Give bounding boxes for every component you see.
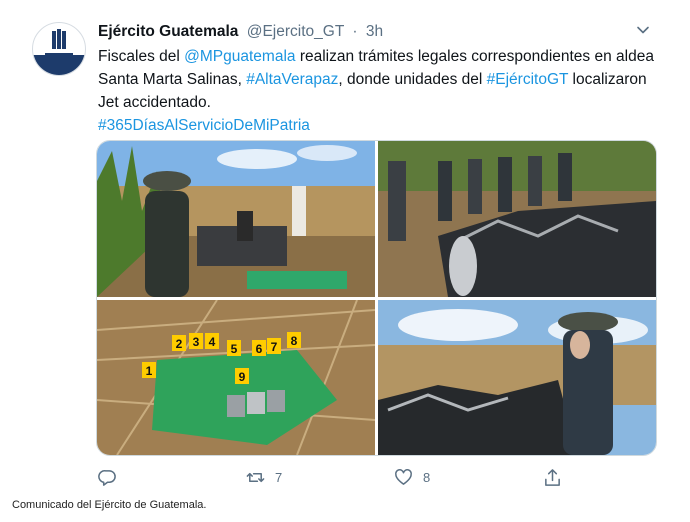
- chevron-down-icon[interactable]: [636, 23, 650, 37]
- text-part: Fiscales del: [98, 48, 185, 65]
- photo-image: [378, 300, 656, 455]
- photo-wreckage-soldiers[interactable]: [378, 141, 656, 297]
- evidence-marker: 5: [231, 342, 238, 356]
- tweet-header: Ejército Guatemala @Ejercito_GT · 3h: [98, 23, 383, 43]
- tweet-time[interactable]: 3h: [366, 23, 383, 40]
- avatar-band: [33, 55, 85, 75]
- like-count: 8: [423, 469, 431, 485]
- image-caption: Comunicado del Ejército de Guatemala.: [12, 499, 207, 511]
- evidence-marker: 9: [239, 370, 246, 384]
- evidence-marker: 2: [176, 337, 183, 351]
- photo-image: 1 2 3 4 5 6 7 8 9: [97, 300, 375, 455]
- evidence-marker: 3: [193, 335, 200, 349]
- tweet-card[interactable]: Ejército Guatemala @Ejercito_GT · 3h Fis…: [0, 0, 690, 497]
- text-part: , donde unidades del: [338, 71, 487, 88]
- reply-button[interactable]: [98, 466, 117, 488]
- mention-link[interactable]: @MPguatemala: [184, 48, 295, 65]
- evidence-marker: 8: [291, 334, 298, 348]
- evidence-marker: 4: [209, 335, 216, 349]
- photo-evidence-markers[interactable]: 1 2 3 4 5 6 7 8 9: [97, 300, 375, 455]
- tweet-actions: 7 8: [96, 466, 656, 490]
- tweet-text: Fiscales del @MPguatemala realizan trámi…: [98, 45, 658, 137]
- hashtag-link[interactable]: #AltaVerapaz: [246, 71, 338, 88]
- reply-icon: [98, 469, 116, 486]
- retweet-icon: [246, 472, 265, 482]
- media-grid: 1 2 3 4 5 6 7 8 9: [96, 140, 657, 456]
- share-icon: [545, 468, 560, 486]
- evidence-marker: 6: [256, 342, 263, 356]
- like-icon: [395, 468, 412, 485]
- profile-avatar[interactable]: [32, 22, 86, 76]
- like-button[interactable]: 8: [394, 466, 430, 488]
- hashtag-link[interactable]: #365DíasAlServicioDeMiPatria: [98, 117, 310, 134]
- photo-image: [378, 141, 656, 297]
- photo-soldier-wreckage[interactable]: [378, 300, 656, 455]
- header-separator: ·: [352, 23, 358, 40]
- evidence-marker: 7: [271, 340, 278, 354]
- evidence-marker: 1: [146, 364, 153, 378]
- author-name[interactable]: Ejército Guatemala: [98, 23, 238, 40]
- photo-soldier-cornfield[interactable]: [97, 141, 375, 297]
- hashtag-link[interactable]: #EjércitoGT: [487, 71, 569, 88]
- photo-image: [97, 141, 375, 297]
- author-handle[interactable]: @Ejercito_GT: [247, 23, 344, 40]
- army-emblem-icon: [52, 29, 66, 49]
- retweet-button[interactable]: 7: [246, 466, 282, 488]
- retweet-count: 7: [275, 469, 283, 485]
- share-button[interactable]: [543, 466, 562, 488]
